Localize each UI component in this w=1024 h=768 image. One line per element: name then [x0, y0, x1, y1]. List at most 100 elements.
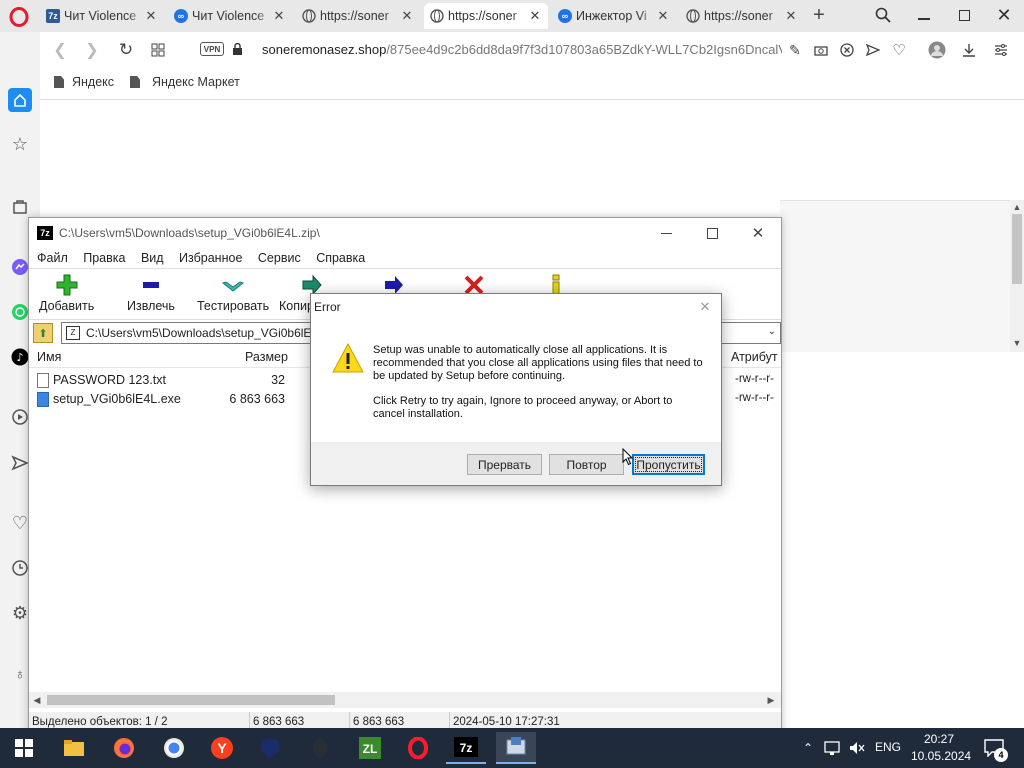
- back-icon[interactable]: ❮: [50, 40, 70, 60]
- dialog-title: Error: [314, 300, 341, 314]
- scroll-thumb[interactable]: [1012, 214, 1022, 284]
- share-icon[interactable]: [864, 40, 882, 60]
- scroll-thumb[interactable]: [47, 695, 335, 705]
- file-explorer-icon[interactable]: [54, 732, 94, 764]
- close-tab-icon[interactable]: ✕: [144, 8, 158, 24]
- close-tab-icon[interactable]: ✕: [784, 8, 798, 24]
- bookmarks-bar: Яндекс Яндекс Маркет: [40, 68, 1024, 100]
- start-windows-icon[interactable]: [4, 732, 44, 764]
- language-indicator[interactable]: ENG: [875, 740, 901, 754]
- search-tabs-icon[interactable]: [872, 4, 894, 26]
- block-icon[interactable]: [838, 40, 856, 60]
- globe-icon: [686, 9, 700, 23]
- test-button[interactable]: Тестировать: [197, 274, 269, 313]
- bookmark-heart-icon[interactable]: ♡: [890, 40, 908, 60]
- menu-tools[interactable]: Сервис: [258, 251, 301, 265]
- forward-icon[interactable]: ❯: [82, 40, 102, 60]
- close-tab-icon[interactable]: ✕: [528, 8, 542, 24]
- tab-6[interactable]: https://soner ✕: [680, 3, 804, 29]
- tab-3[interactable]: https://soner ✕: [296, 3, 420, 29]
- setup-taskbar-icon[interactable]: [496, 732, 536, 764]
- scroll-right-icon[interactable]: ▶: [765, 694, 777, 706]
- svg-text:Y: Y: [217, 740, 227, 756]
- reload-icon[interactable]: ↻: [116, 40, 136, 60]
- abort-button[interactable]: Прервать: [467, 454, 542, 475]
- tab-5[interactable]: ∞ Инжектор Vi ✕: [552, 3, 676, 29]
- text-file-icon: [37, 373, 49, 388]
- volume-muted-icon[interactable]: [848, 739, 866, 757]
- globe-icon: [430, 9, 444, 23]
- horizontal-scrollbar[interactable]: ◀ ▶: [29, 692, 781, 708]
- 7zip-menubar: Файл Правка Вид Избранное Сервис Справка: [37, 251, 377, 265]
- zl-app-icon[interactable]: ZL: [350, 732, 390, 764]
- 7z-app-icon: 7z: [37, 226, 53, 240]
- camera-icon[interactable]: [812, 40, 830, 60]
- menu-view[interactable]: Вид: [141, 251, 164, 265]
- ignore-button[interactable]: Пропустить: [632, 454, 705, 475]
- col-name[interactable]: Имя: [37, 350, 61, 364]
- tabs-grid-icon[interactable]: [148, 40, 168, 60]
- tab-1[interactable]: 7z Чит Violence ✕: [40, 3, 164, 29]
- menu-favorites[interactable]: Избранное: [179, 251, 242, 265]
- extract-button[interactable]: Извлечь: [127, 274, 175, 313]
- globe-icon: [302, 9, 316, 23]
- taskbar: Y ZL 7z ⌃ ENG 20:27 10.05.2024 4: [0, 728, 1024, 768]
- bookmark-yandex[interactable]: Яндекс: [54, 75, 114, 89]
- maximize-icon[interactable]: [697, 224, 727, 242]
- shopping-bag-icon[interactable]: [8, 194, 32, 218]
- menu-help[interactable]: Справка: [316, 251, 365, 265]
- link-icon: ∞: [558, 9, 572, 23]
- network-icon[interactable]: [824, 739, 842, 757]
- scroll-up-icon[interactable]: ▲: [1010, 200, 1024, 214]
- clock-date[interactable]: 10.05.2024: [911, 749, 971, 763]
- dark-app-icon[interactable]: [300, 732, 340, 764]
- minimize-icon[interactable]: [912, 4, 936, 26]
- profile-icon[interactable]: [926, 39, 948, 61]
- bookmark-yandex-market[interactable]: Яндекс Маркет: [130, 75, 240, 89]
- url-field[interactable]: soneremonasez.shop/875ee4d9c2b6dd8da9f7f…: [262, 42, 782, 60]
- edit-icon[interactable]: ✎: [786, 40, 804, 60]
- firefox-icon[interactable]: [104, 732, 144, 764]
- menu-file[interactable]: Файл: [37, 251, 68, 265]
- scroll-down-icon[interactable]: ▼: [1010, 336, 1024, 350]
- opera-taskbar-icon[interactable]: [398, 732, 438, 764]
- dialog-instructions: Click Retry to try again, Ignore to proc…: [373, 395, 673, 420]
- close-tab-icon[interactable]: ✕: [656, 8, 670, 24]
- lock-icon: [230, 41, 244, 57]
- close-tab-icon[interactable]: ✕: [272, 8, 286, 24]
- close-window-icon[interactable]: ✕: [992, 4, 1016, 26]
- minimize-icon[interactable]: [651, 224, 681, 242]
- opera-logo-icon[interactable]: [8, 6, 30, 28]
- exe-file-icon: [37, 392, 49, 407]
- col-size[interactable]: Размер: [245, 350, 288, 364]
- restore-icon[interactable]: [952, 4, 976, 26]
- star-icon[interactable]: ☆: [8, 132, 32, 156]
- scroll-left-icon[interactable]: ◀: [31, 694, 43, 706]
- close-icon[interactable]: ✕: [743, 224, 773, 242]
- col-attr[interactable]: Атрибут: [731, 350, 781, 364]
- close-tab-icon[interactable]: ✕: [400, 8, 414, 24]
- retry-button[interactable]: Повтор: [549, 454, 624, 475]
- tray-chevron-up-icon[interactable]: ⌃: [800, 740, 816, 756]
- shield-app-icon[interactable]: [250, 732, 290, 764]
- svg-text:ZL: ZL: [363, 742, 378, 756]
- chevron-down-icon[interactable]: ⌄: [768, 326, 776, 337]
- dialog-close-icon[interactable]: ✕: [695, 298, 715, 316]
- vpn-badge[interactable]: VPN: [200, 42, 224, 56]
- home-icon[interactable]: [8, 88, 32, 112]
- yandex-browser-icon[interactable]: Y: [202, 732, 242, 764]
- chrome-icon[interactable]: [154, 732, 194, 764]
- easy-setup-icon[interactable]: [992, 40, 1010, 60]
- menu-edit[interactable]: Правка: [83, 251, 125, 265]
- 7zip-taskbar-icon[interactable]: 7z: [446, 732, 486, 764]
- tab-2[interactable]: ∞ Чит Violence ✕: [168, 3, 292, 29]
- download-icon[interactable]: [960, 40, 978, 60]
- clock-time[interactable]: 20:27: [924, 732, 954, 746]
- tab-4-active[interactable]: https://soner ✕: [424, 3, 548, 29]
- page-icon: [54, 76, 64, 88]
- folder-up-icon[interactable]: ⬆: [33, 323, 53, 343]
- add-button[interactable]: Добавить: [39, 274, 94, 313]
- page-scrollbar[interactable]: ▲ ▼: [1010, 200, 1024, 352]
- embedded-frame: [780, 200, 1024, 352]
- new-tab-icon[interactable]: +: [808, 4, 830, 26]
